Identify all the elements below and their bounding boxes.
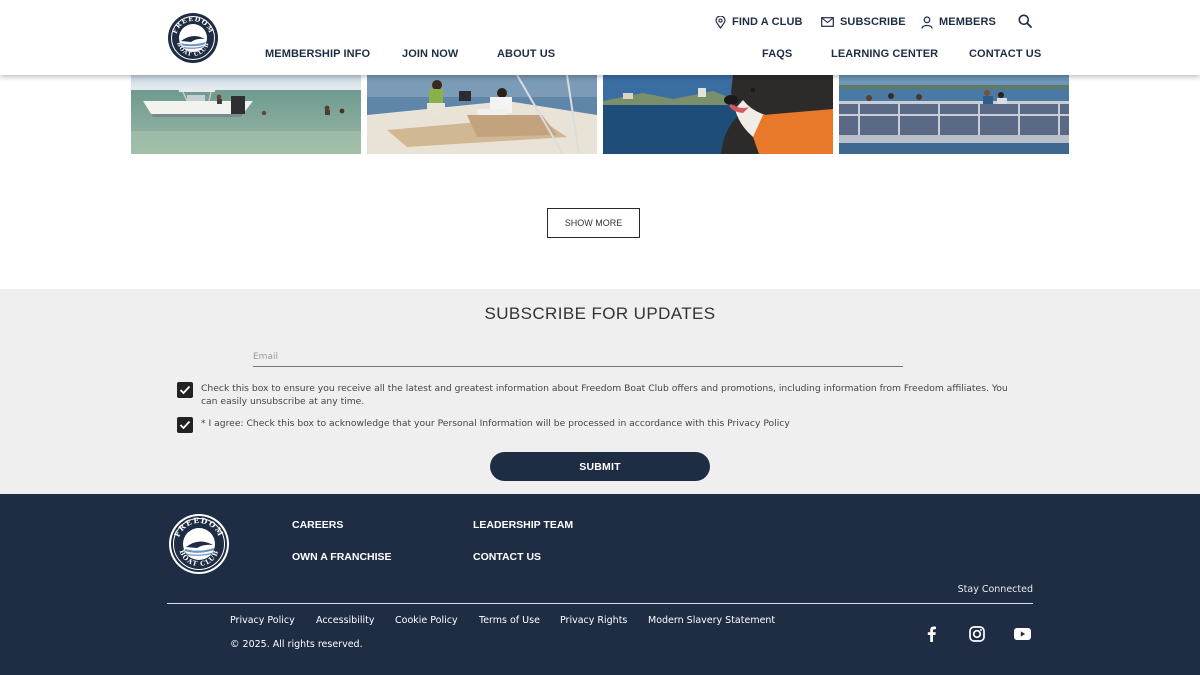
footer-contact-us-link[interactable]: CONTACT US [473, 551, 541, 563]
nav-about-us[interactable]: ABOUT US [497, 48, 555, 60]
subscribe-link[interactable]: SUBSCRIBE [821, 15, 906, 29]
show-more-button[interactable]: SHOW MORE [547, 208, 640, 238]
checkmark-icon [179, 420, 191, 430]
gallery-photo-dog-life-jacket[interactable] [603, 75, 833, 154]
photo-gallery [131, 75, 1069, 154]
find-a-club-link[interactable]: FIND A CLUB [715, 15, 803, 29]
privacy-policy-link[interactable]: Privacy Policy [230, 615, 295, 626]
youtube-icon[interactable] [1013, 625, 1032, 642]
gallery-photo-boat-sandbar[interactable] [131, 75, 361, 154]
gallery-photo-pontoon-family[interactable] [839, 75, 1069, 154]
gallery-photo-friends-on-deck[interactable] [367, 75, 597, 154]
stay-connected-label: Stay Connected [957, 584, 1033, 595]
footer-own-franchise-link[interactable]: OWN A FRANCHISE [292, 551, 392, 563]
members-label: MEMBERS [939, 16, 996, 28]
subscribe-title: SUBSCRIBE FOR UPDATES [484, 304, 716, 323]
footer-leadership-team-link[interactable]: LEADERSHIP TEAM [473, 519, 573, 531]
email-field[interactable] [253, 347, 903, 367]
privacy-consent-text: * I agree: Check this box to acknowledge… [201, 418, 790, 429]
site-header: FREEDOM BOAT CLUB FIND A CLUB SUBSCRIBE … [0, 0, 1200, 75]
privacy-consent-checkbox[interactable] [177, 417, 193, 433]
footer-logo[interactable]: FREEDOM BOAT CLUB [168, 513, 230, 575]
facebook-icon[interactable] [924, 625, 938, 642]
members-link[interactable]: MEMBERS [921, 15, 996, 29]
subscribe-section: SUBSCRIBE FOR UPDATES Check this box to … [0, 289, 1200, 494]
page: FREEDOM BOAT CLUB FIND A CLUB SUBSCRIBE … [0, 0, 1200, 675]
search-icon[interactable] [1018, 14, 1034, 30]
submit-button[interactable]: SUBMIT [490, 452, 710, 481]
envelope-icon [821, 17, 834, 27]
nav-learning-center[interactable]: LEARNING CENTER [831, 48, 938, 60]
freedom-boat-club-logo[interactable]: FREEDOM BOAT CLUB [167, 12, 219, 64]
footer-careers-link[interactable]: CAREERS [292, 519, 343, 531]
footer-divider [167, 603, 1033, 604]
copyright-text: © 2025. All rights reserved. [230, 639, 363, 650]
site-footer: FREEDOM BOAT CLUB CAREERS OWN A FRANCHIS… [0, 494, 1200, 675]
cookie-policy-link[interactable]: Cookie Policy [395, 615, 458, 626]
offers-consent-checkbox[interactable] [177, 382, 193, 398]
nav-contact-us[interactable]: CONTACT US [969, 48, 1041, 60]
user-icon [921, 15, 933, 29]
instagram-icon[interactable] [968, 625, 986, 642]
offers-consent-text: Check this box to ensure you receive all… [201, 383, 1008, 407]
modern-slavery-statement-link[interactable]: Modern Slavery Statement [648, 615, 775, 626]
terms-of-use-link[interactable]: Terms of Use [479, 615, 540, 626]
privacy-rights-link[interactable]: Privacy Rights [560, 615, 627, 626]
nav-membership-info[interactable]: MEMBERSHIP INFO [265, 48, 370, 60]
nav-join-now[interactable]: JOIN NOW [402, 48, 458, 60]
find-a-club-label: FIND A CLUB [732, 16, 803, 28]
accessibility-link[interactable]: Accessibility [316, 615, 374, 626]
location-pin-icon [715, 15, 726, 29]
checkmark-icon [179, 385, 191, 395]
subscribe-label: SUBSCRIBE [840, 16, 906, 28]
nav-faqs[interactable]: FAQS [762, 48, 792, 60]
